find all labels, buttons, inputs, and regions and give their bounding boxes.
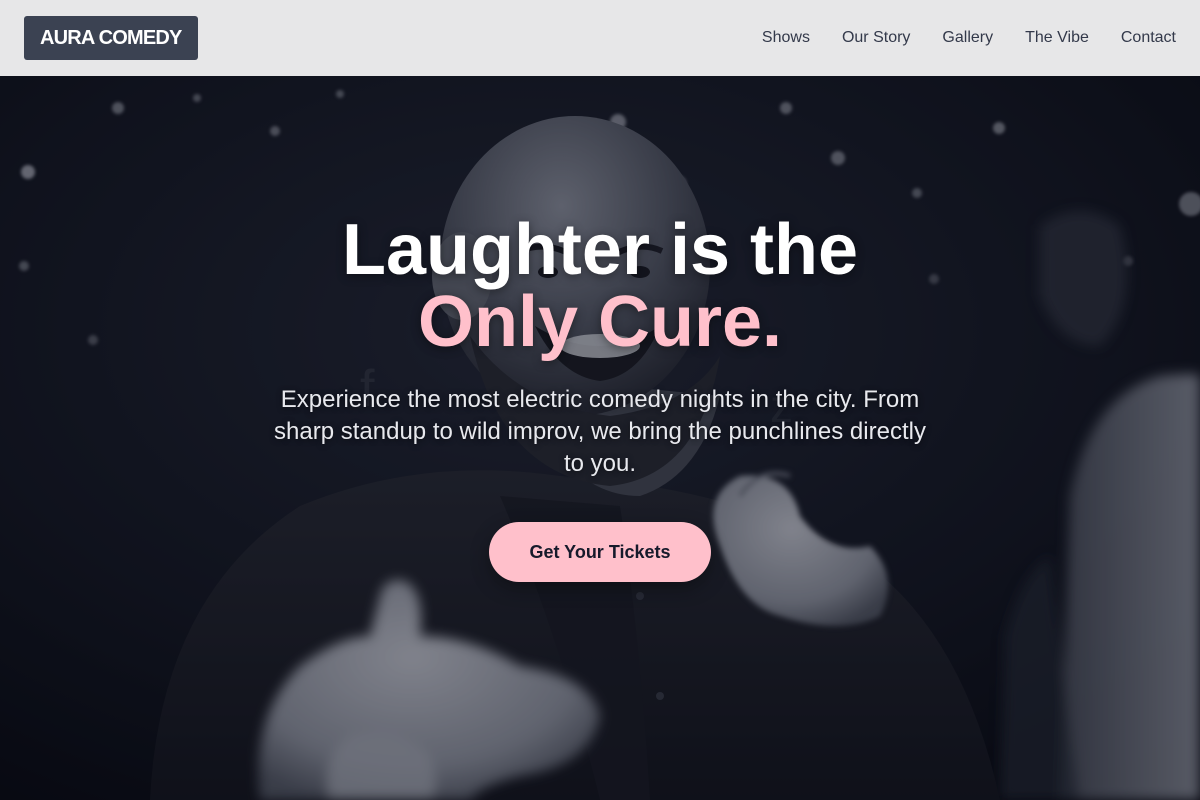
main-nav: Shows Our Story Gallery The Vibe Contact [762,0,1176,76]
hero-content: Laughter is the Only Cure. Experience th… [0,76,1200,800]
hero-subtitle: Experience the most electric comedy nigh… [274,386,926,477]
hero-headline: Laughter is the Only Cure. [0,214,1200,358]
nav-link-the-vibe[interactable]: The Vibe [1025,29,1089,47]
brand-logo[interactable]: AURA COMEDY [24,16,198,60]
nav-link-gallery[interactable]: Gallery [942,29,993,47]
nav-link-contact[interactable]: Contact [1121,29,1176,47]
nav-link-shows[interactable]: Shows [762,29,810,47]
hero-headline-line1: Laughter is the [341,210,859,290]
get-tickets-button[interactable]: Get Your Tickets [489,522,711,582]
nav-link-our-story[interactable]: Our Story [842,29,910,47]
site-header: AURA COMEDY Shows Our Story Gallery The … [0,0,1200,76]
hero-headline-accent: Only Cure. [417,282,783,362]
hero-section: f z Laughter is the Only Cure. Experienc… [0,76,1200,800]
